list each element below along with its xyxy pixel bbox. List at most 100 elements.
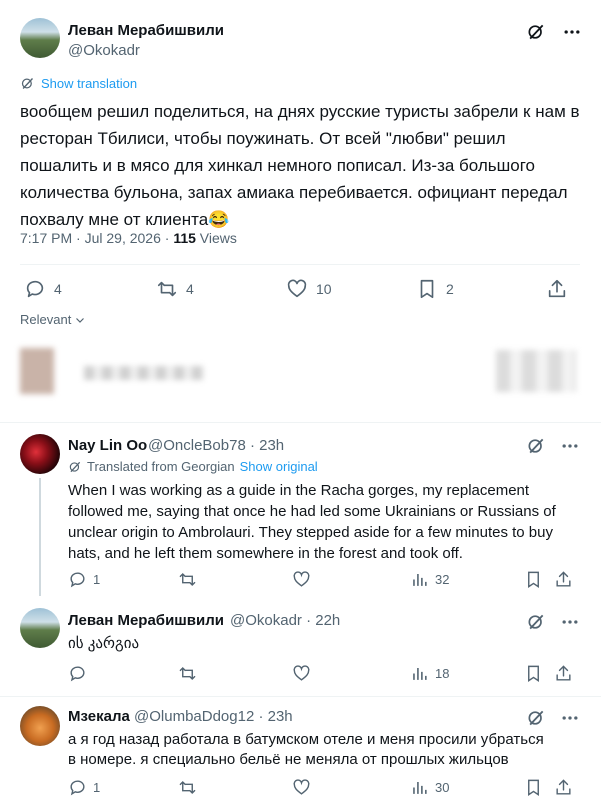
more-icon[interactable] — [560, 612, 580, 632]
sort-label[interactable]: Relevant — [20, 312, 71, 327]
like-icon — [293, 665, 310, 681]
bookmark-button[interactable] — [524, 778, 543, 797]
show-translation-label[interactable]: Show translation — [41, 76, 137, 91]
views-label: Views — [199, 230, 237, 246]
reply-icon — [70, 780, 85, 796]
like-icon — [293, 571, 310, 587]
like-count: 10 — [316, 281, 332, 297]
repost-button[interactable] — [178, 570, 197, 589]
bookmark-icon — [528, 779, 539, 796]
reply-author-handle[interactable]: @OlumbaDdog12 · 23h — [134, 708, 293, 725]
author-handle[interactable]: @Okokadr — [68, 42, 140, 59]
views-button[interactable]: 32 — [410, 570, 449, 589]
reply-author-name[interactable]: Nay Lin Oo — [68, 437, 147, 454]
views-count: 30 — [435, 780, 450, 795]
blurred-avatar — [20, 348, 54, 394]
views-count: 115 — [173, 230, 196, 246]
reply-author-handle[interactable]: @Okokadr · 22h — [230, 612, 340, 629]
repost-button[interactable]: 4 — [156, 278, 194, 300]
views-count: 32 — [435, 572, 450, 587]
tweet-time[interactable]: 7:17 PM · Jul 29, 2026 · — [20, 230, 169, 246]
grok-icon[interactable] — [526, 708, 546, 728]
repost-icon — [179, 572, 196, 587]
bookmark-button[interactable]: 2 — [416, 278, 454, 300]
bookmark-icon — [420, 279, 434, 299]
more-icon[interactable] — [562, 22, 582, 42]
more-icon[interactable] — [560, 708, 580, 728]
reply-author-name[interactable]: Леван Мерабишвили — [68, 612, 224, 629]
tweet-text: вообщем решил поделиться, на днях русски… — [20, 102, 580, 229]
views-button[interactable]: 18 — [410, 664, 449, 683]
sort-selector[interactable]: Relevant — [20, 312, 86, 327]
views-icon — [413, 573, 427, 586]
views-icon — [413, 667, 427, 680]
blurred-image — [496, 350, 576, 392]
blurred-content — [84, 366, 204, 380]
repost-button[interactable] — [178, 778, 197, 797]
author-avatar[interactable] — [20, 18, 60, 58]
reply-divider — [0, 696, 601, 697]
translate-icon — [69, 461, 81, 472]
translated-note: Translated from Georgian Show original — [68, 459, 318, 474]
share-icon — [556, 571, 571, 587]
reply-icon — [26, 280, 44, 298]
share-icon — [548, 279, 566, 298]
bookmark-button[interactable] — [524, 570, 543, 589]
reply-button[interactable]: 4 — [24, 278, 62, 300]
reply-author-name[interactable]: Мзекала — [68, 708, 130, 725]
bookmark-button[interactable] — [524, 664, 543, 683]
grok-icon[interactable] — [526, 22, 546, 42]
like-button[interactable]: 10 — [286, 278, 332, 300]
reply-avatar[interactable] — [20, 608, 60, 648]
repost-icon — [179, 780, 196, 795]
reply-text: а я год назад работала в батумском отеле… — [68, 731, 544, 768]
divider — [20, 264, 580, 265]
grok-icon[interactable] — [526, 612, 546, 632]
author-name[interactable]: Леван Мерабишвили — [68, 22, 224, 39]
share-button[interactable] — [546, 278, 568, 300]
show-translation[interactable]: Show translation — [20, 76, 137, 91]
section-divider — [0, 422, 601, 423]
views-button[interactable]: 30 — [410, 778, 449, 797]
reply-count: 4 — [54, 281, 62, 297]
bookmark-icon — [528, 665, 539, 682]
repost-button[interactable] — [178, 664, 197, 683]
like-icon — [293, 779, 310, 795]
translated-label: Translated from Georgian — [87, 459, 235, 474]
reply-button[interactable]: 1 — [68, 778, 100, 797]
reply-button[interactable] — [68, 664, 87, 683]
chevron-down-icon — [76, 317, 85, 323]
reply-avatar[interactable] — [20, 706, 60, 746]
share-button[interactable] — [554, 664, 573, 683]
like-button[interactable] — [292, 570, 311, 589]
reply-icon — [70, 572, 85, 588]
reply-count: 1 — [93, 780, 101, 795]
repost-count: 4 — [186, 281, 194, 297]
share-button[interactable] — [554, 570, 573, 589]
reply-avatar[interactable] — [20, 434, 60, 474]
share-button[interactable] — [554, 778, 573, 797]
reply-button[interactable]: 1 — [68, 570, 100, 589]
bookmark-icon — [528, 571, 539, 588]
show-original-link[interactable]: Show original — [240, 459, 318, 474]
reply-author-handle[interactable]: @OncleBob78 · 23h — [148, 437, 284, 454]
reply-text: ის კარგია — [68, 635, 140, 652]
views-count: 18 — [435, 666, 450, 681]
repost-icon — [179, 666, 196, 681]
thread-line — [39, 478, 41, 596]
like-button[interactable] — [292, 664, 311, 683]
translate-icon — [21, 78, 34, 89]
reply-icon — [70, 666, 85, 682]
grok-icon[interactable] — [526, 436, 546, 456]
like-button[interactable] — [292, 778, 311, 797]
repost-icon — [157, 281, 177, 297]
tweet-timestamp[interactable]: 7:17 PM · Jul 29, 2026 · 115 Views — [20, 230, 237, 246]
like-icon — [287, 279, 307, 298]
share-icon — [556, 779, 571, 795]
views-icon — [413, 781, 427, 794]
more-icon[interactable] — [560, 436, 580, 456]
reply-text: When I was working as a guide in the Rac… — [68, 482, 556, 562]
reply-count: 1 — [93, 572, 101, 587]
share-icon — [556, 665, 571, 681]
bookmark-count: 2 — [446, 281, 454, 297]
